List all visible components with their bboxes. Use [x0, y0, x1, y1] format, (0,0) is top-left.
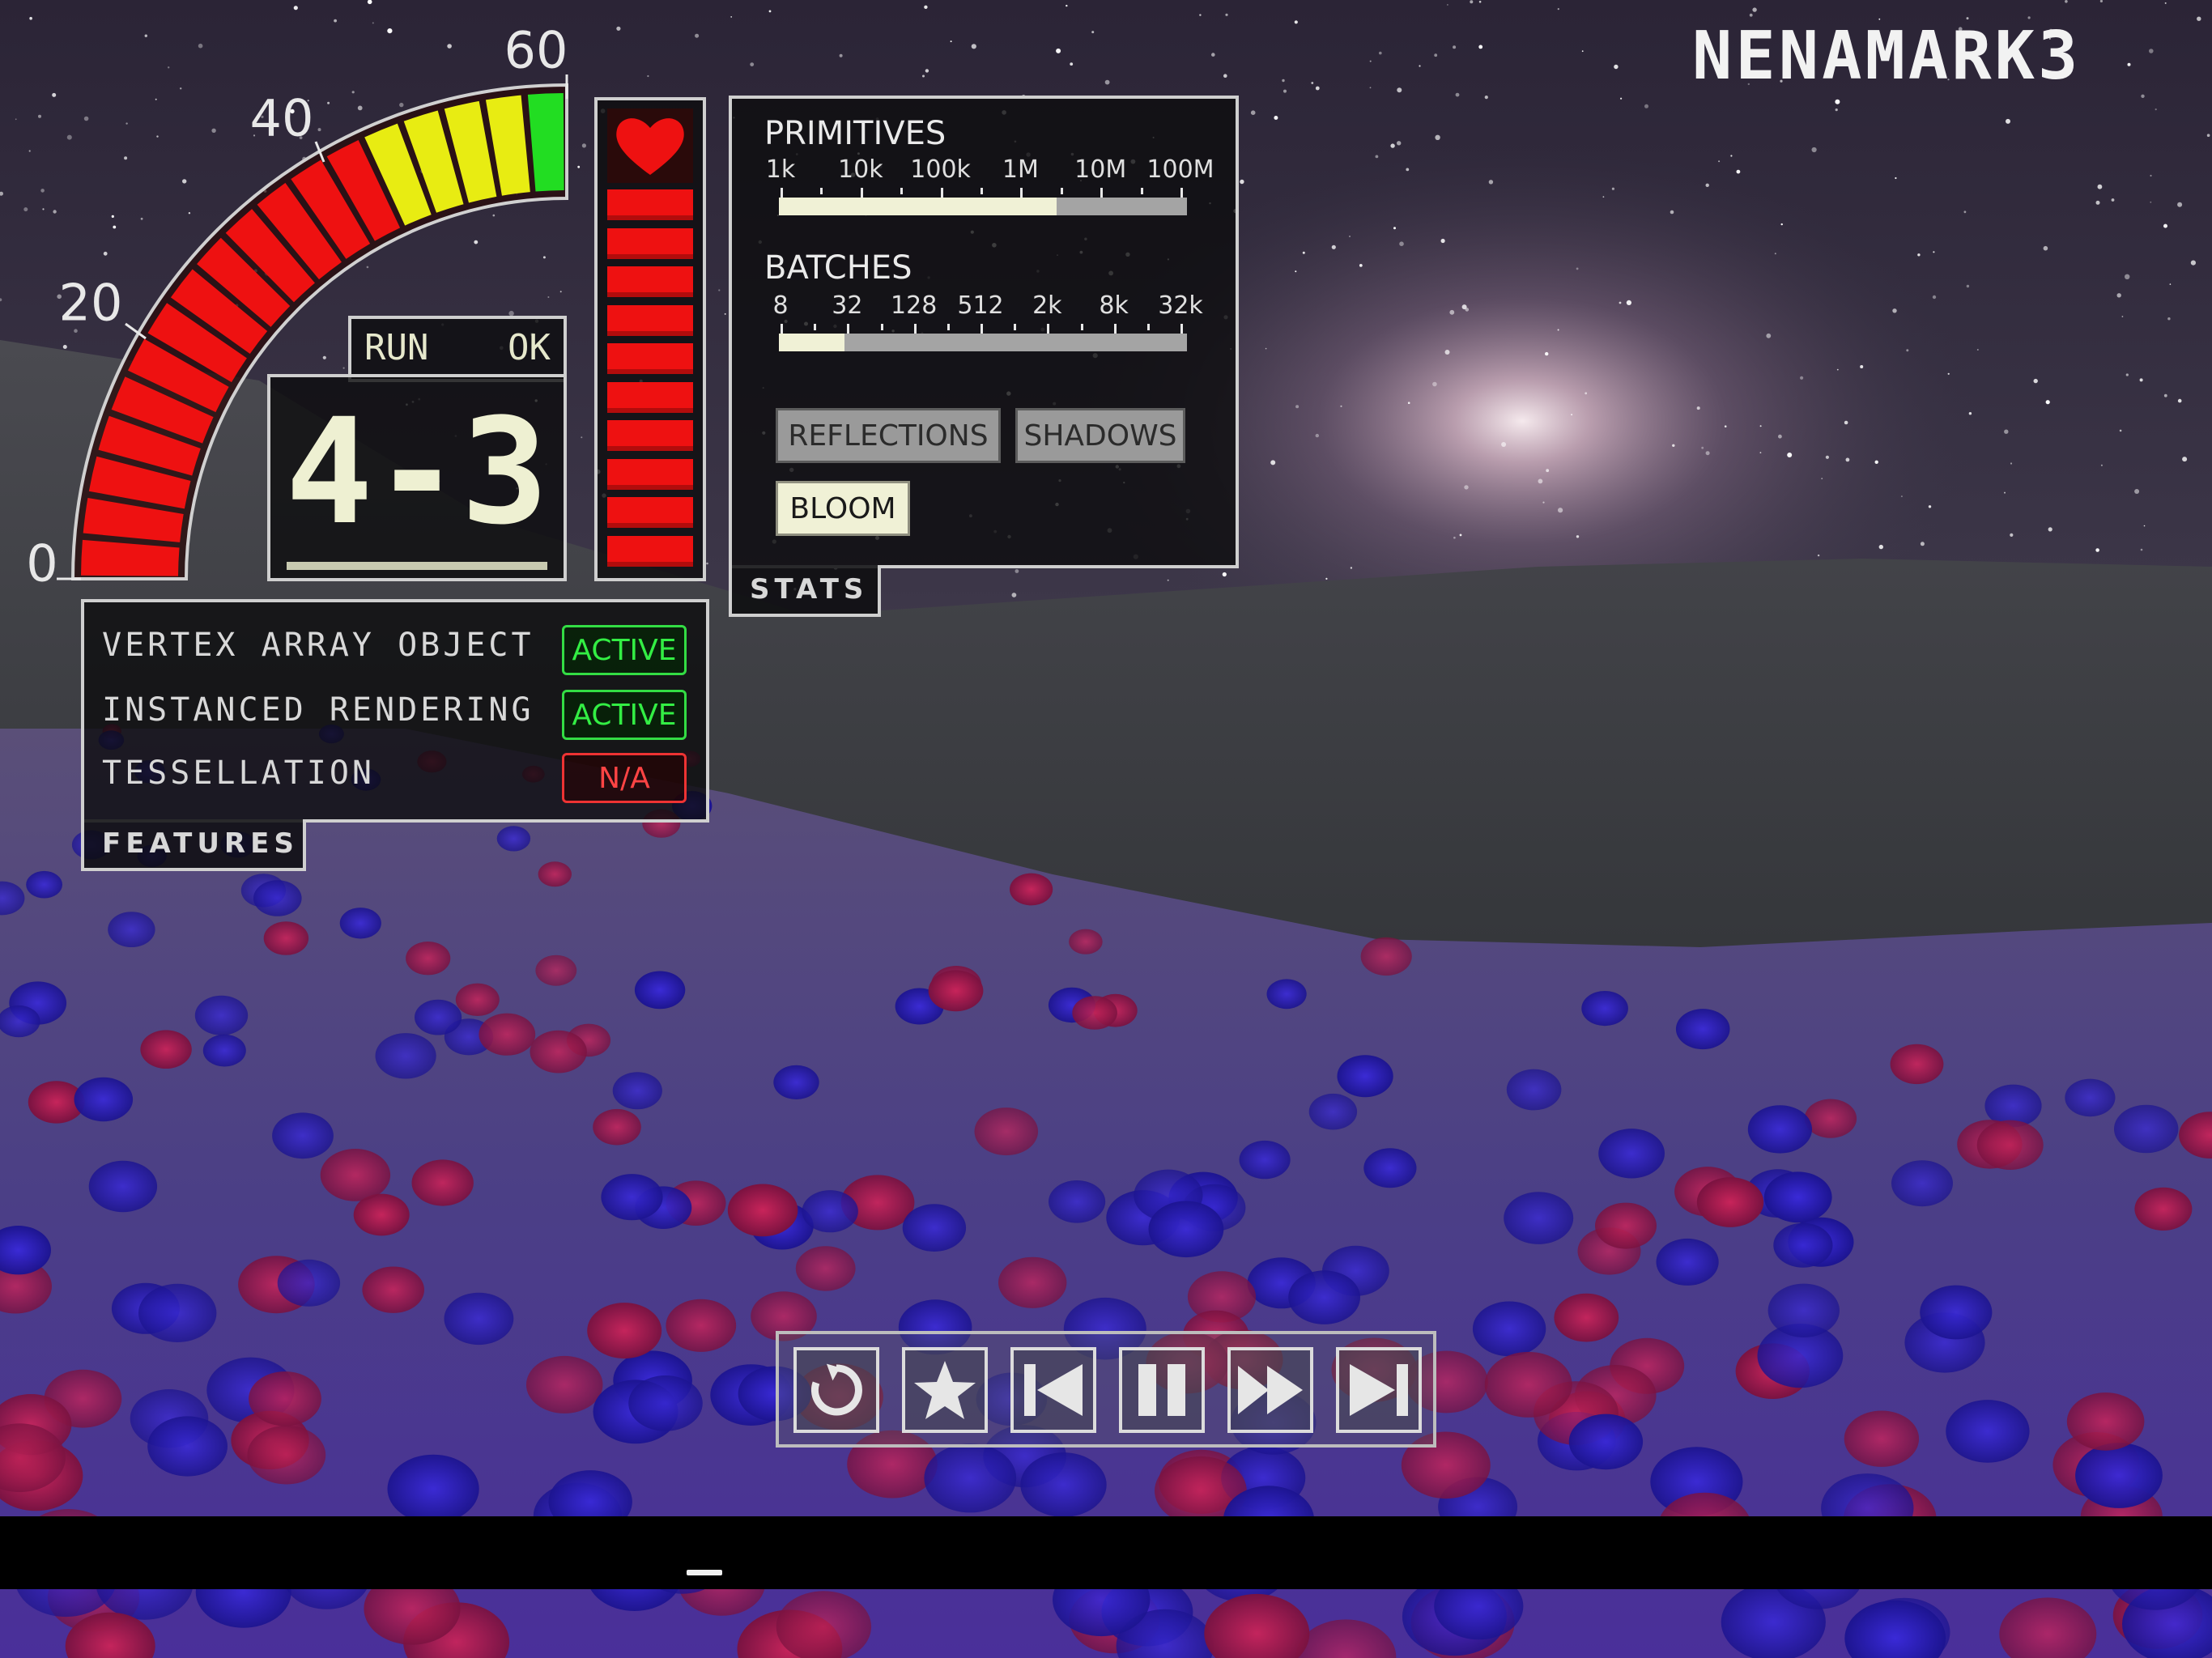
feature-label-vao: VERTEX ARRAY OBJECT — [102, 627, 534, 664]
scale-tick — [946, 324, 950, 330]
skip-back-icon — [1024, 1364, 1083, 1416]
scale-tick — [981, 188, 983, 194]
scale-tick — [820, 188, 823, 194]
health-segment — [607, 497, 693, 528]
feature-label-tessellation: TESSELLATION — [102, 755, 375, 792]
health-segment — [607, 343, 693, 374]
playback-controls — [776, 1331, 1436, 1448]
run-status-box: RUN OK — [348, 316, 567, 382]
feature-label-instanced: INSTANCED RENDERING — [102, 691, 534, 729]
batches-bar-fill — [779, 334, 844, 351]
gauge-label-20: 20 — [58, 273, 123, 333]
features-panel: VERTEX ARRAY OBJECT ACTIVE INSTANCED REN… — [81, 599, 709, 823]
star-icon — [914, 1361, 976, 1419]
health-segment — [607, 458, 693, 490]
reflections-toggle[interactable]: REFLECTIONS — [776, 408, 1001, 463]
health-segment — [607, 227, 693, 259]
scale-tick — [1146, 324, 1150, 330]
restart-icon — [810, 1363, 862, 1416]
pause-icon — [1138, 1364, 1185, 1416]
scale-tick — [1080, 324, 1083, 330]
feature-status-vao: ACTIVE — [562, 625, 687, 675]
restart-button[interactable] — [793, 1347, 879, 1433]
favorite-button[interactable] — [902, 1347, 988, 1433]
primitives-bar — [779, 198, 1187, 215]
scale-tick — [900, 188, 904, 194]
level-number: 4-3 — [285, 388, 549, 557]
fast-forward-button[interactable] — [1227, 1347, 1313, 1433]
scale-tick-label: 1k — [765, 155, 796, 184]
stats-panel: PRIMITIVES 1k 10k 100k 1M 10M 100M BATCHES 8 3… — [729, 96, 1239, 568]
primitives-bar-fill — [779, 198, 1057, 215]
scale-tick — [1140, 188, 1143, 194]
scale-tick — [880, 324, 883, 330]
ok-label: OK — [508, 327, 551, 368]
scale-tick-label: 8 — [772, 291, 789, 320]
gauge-label-40: 40 — [249, 88, 314, 148]
app-logo: NENAMARK3 — [1692, 18, 2082, 95]
scale-tick-label: 100M — [1146, 155, 1214, 184]
scale-tick-label: 32k — [1158, 291, 1203, 320]
shadows-toggle[interactable]: SHADOWS — [1015, 408, 1185, 463]
scale-tick — [1014, 324, 1017, 330]
health-segment — [607, 535, 693, 567]
system-navigation-bar — [0, 1516, 2212, 1589]
scale-tick-label: 10M — [1074, 155, 1127, 184]
pause-button[interactable] — [1119, 1347, 1205, 1433]
health-segment — [607, 420, 693, 451]
gauge-label-0: 0 — [26, 534, 58, 593]
feature-status-instanced: ACTIVE — [562, 690, 687, 740]
primitives-title: PRIMITIVES — [764, 115, 946, 152]
scale-tick-label: 10k — [838, 155, 883, 184]
previous-button[interactable] — [1010, 1347, 1096, 1433]
scale-tick-label: 2k — [1032, 291, 1062, 320]
navigation-handle[interactable] — [687, 1570, 722, 1575]
scale-tick-label: 128 — [891, 291, 938, 320]
health-segment — [607, 304, 693, 336]
features-tab[interactable]: FEATURES — [81, 819, 306, 871]
scale-tick-label: 1M — [1002, 155, 1039, 184]
scale-tick-label: 8k — [1099, 291, 1129, 320]
bloom-toggle[interactable]: BLOOM — [776, 481, 910, 536]
health-segment — [607, 189, 693, 220]
scale-tick-label: 512 — [957, 291, 1004, 320]
health-segment — [607, 266, 693, 297]
scale-tick-label: 32 — [832, 291, 863, 320]
health-segment — [607, 381, 693, 413]
run-label: RUN — [364, 327, 429, 368]
level-underline — [287, 562, 547, 570]
scale-tick-label: 100k — [910, 155, 971, 184]
batches-bar — [779, 334, 1187, 351]
scale-tick — [1060, 188, 1063, 194]
health-bar — [594, 97, 706, 581]
next-button[interactable] — [1336, 1347, 1422, 1433]
batches-title: BATCHES — [764, 249, 912, 287]
feature-status-tessellation: N/A — [562, 753, 687, 803]
skip-forward-icon — [1350, 1364, 1408, 1416]
scale-tick — [814, 324, 817, 330]
gauge-label-60: 60 — [504, 20, 568, 80]
stats-tab[interactable]: STATS — [729, 565, 881, 617]
fast-forward-icon — [1238, 1366, 1303, 1414]
heart-icon — [607, 108, 693, 183]
level-box: 4-3 — [267, 374, 567, 581]
